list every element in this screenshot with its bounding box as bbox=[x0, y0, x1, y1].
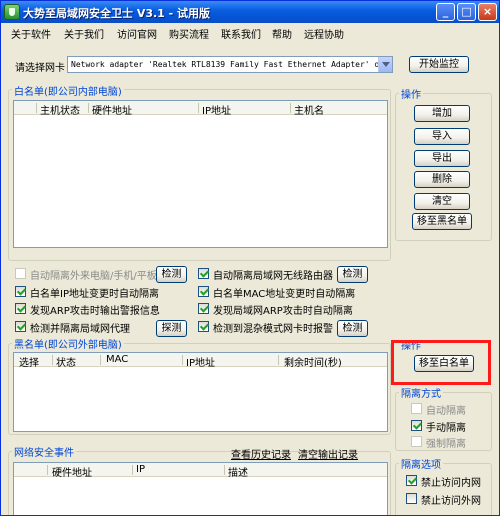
checkbox-icon[interactable] bbox=[15, 286, 26, 297]
adapter-select-value: Network adapter 'Realtek RTL8139 Family … bbox=[71, 60, 385, 69]
events-title: 网络安全事件 bbox=[12, 444, 76, 459]
col-host-status[interactable]: 主机状态 bbox=[40, 102, 80, 117]
col-evt-ip[interactable]: IP bbox=[136, 464, 145, 475]
main-window: 大势至局域网安全卫士 V3.1 - 试用版 _ □ × 关于软件 关于我们 访问… bbox=[0, 0, 500, 516]
checkbox-icon[interactable] bbox=[406, 493, 417, 504]
menu-purchase[interactable]: 购买流程 bbox=[169, 26, 209, 41]
checkbox-icon[interactable] bbox=[15, 268, 26, 279]
checkbox-icon[interactable] bbox=[198, 286, 209, 297]
checkbox-icon[interactable] bbox=[406, 475, 417, 486]
adapter-select[interactable]: Network adapter 'Realtek RTL8139 Family … bbox=[67, 56, 393, 73]
col-mac[interactable]: 硬件地址 bbox=[92, 102, 132, 117]
operations-title: 操作 bbox=[399, 86, 423, 101]
adapter-label: 请选择网卡 bbox=[15, 63, 65, 74]
start-monitor-button[interactable]: 开始监控 bbox=[409, 56, 469, 73]
export-button[interactable]: 导出 bbox=[414, 150, 470, 167]
col-hostname[interactable]: 主机名 bbox=[294, 102, 324, 117]
col-blk-mac[interactable]: MAC bbox=[106, 354, 128, 365]
blacklist-table[interactable]: 选择 状态 MAC IP地址 剩余时间(秒) bbox=[13, 352, 388, 432]
col-select[interactable]: 选择 bbox=[19, 354, 39, 369]
chevron-down-icon[interactable] bbox=[378, 57, 392, 72]
menu-contact[interactable]: 联系我们 bbox=[221, 26, 261, 41]
blacklist-title: 黑名单(即公司外部电脑) bbox=[12, 336, 124, 351]
probe-proxy-button[interactable]: 探测 bbox=[156, 320, 187, 337]
checkbox-icon[interactable] bbox=[198, 268, 209, 279]
annotation-highlight-box bbox=[391, 340, 491, 385]
blacklist-header: 选择 状态 MAC IP地址 剩余时间(秒) bbox=[14, 353, 387, 369]
detect-devices-button[interactable]: 检测 bbox=[156, 266, 187, 283]
checkbox-icon[interactable] bbox=[411, 403, 422, 414]
menu-help[interactable]: 帮助 bbox=[272, 26, 292, 41]
col-ip[interactable]: IP地址 bbox=[202, 102, 231, 117]
menu-about-us[interactable]: 关于我们 bbox=[64, 26, 104, 41]
checkbox-icon[interactable] bbox=[198, 303, 209, 314]
maximize-button[interactable]: □ bbox=[457, 3, 476, 21]
events-table[interactable]: 硬件地址 IP 描述 bbox=[13, 462, 388, 515]
close-button[interactable]: × bbox=[478, 3, 497, 21]
whitelist-header: 主机状态 硬件地址 IP地址 主机名 bbox=[14, 101, 387, 117]
col-state[interactable]: 状态 bbox=[56, 354, 76, 369]
col-evt-desc[interactable]: 描述 bbox=[228, 464, 248, 479]
menu-bar: 关于软件 关于我们 访问官网 购买流程 联系我们 帮助 远程协助 bbox=[1, 23, 499, 41]
clear-output-link[interactable]: 清空输出记录 bbox=[298, 446, 358, 461]
shield-app-icon bbox=[4, 4, 20, 20]
clear-button[interactable]: 清空 bbox=[414, 193, 470, 210]
col-blk-ip[interactable]: IP地址 bbox=[186, 354, 215, 369]
isolation-options-title: 隔离选项 bbox=[399, 456, 443, 471]
menu-remote-assist[interactable]: 远程协助 bbox=[304, 26, 344, 41]
title-bar[interactable]: 大势至局域网安全卫士 V3.1 - 试用版 _ □ × bbox=[1, 1, 499, 23]
checkbox-icon[interactable] bbox=[198, 321, 209, 332]
checkbox-icon[interactable] bbox=[411, 420, 422, 431]
delete-button[interactable]: 删除 bbox=[414, 171, 470, 188]
move-to-blacklist-button[interactable]: 移至黑名单 bbox=[412, 213, 472, 230]
view-history-link[interactable]: 查看历史记录 bbox=[231, 446, 291, 461]
minimize-button[interactable]: _ bbox=[436, 3, 455, 21]
window-title: 大势至局域网安全卫士 V3.1 - 试用版 bbox=[23, 7, 211, 20]
detect-router-button[interactable]: 检测 bbox=[337, 266, 368, 283]
col-evt-mac[interactable]: 硬件地址 bbox=[52, 464, 92, 479]
checkbox-icon[interactable] bbox=[15, 303, 26, 314]
menu-official-site[interactable]: 访问官网 bbox=[117, 26, 157, 41]
events-header: 硬件地址 IP 描述 bbox=[14, 463, 387, 479]
checkbox-icon[interactable] bbox=[411, 436, 422, 447]
whitelist-table[interactable]: 主机状态 硬件地址 IP地址 主机名 bbox=[13, 100, 388, 248]
detect-promiscuous-button[interactable]: 检测 bbox=[337, 320, 368, 337]
add-button[interactable]: 增加 bbox=[414, 105, 470, 122]
menu-about-software[interactable]: 关于软件 bbox=[11, 26, 51, 41]
whitelist-title: 白名单(即公司内部电脑) bbox=[12, 83, 124, 98]
col-remaining-time[interactable]: 剩余时间(秒) bbox=[284, 354, 342, 369]
isolation-mode-title: 隔离方式 bbox=[399, 385, 443, 400]
import-button[interactable]: 导入 bbox=[414, 128, 470, 145]
checkbox-icon[interactable] bbox=[15, 321, 26, 332]
